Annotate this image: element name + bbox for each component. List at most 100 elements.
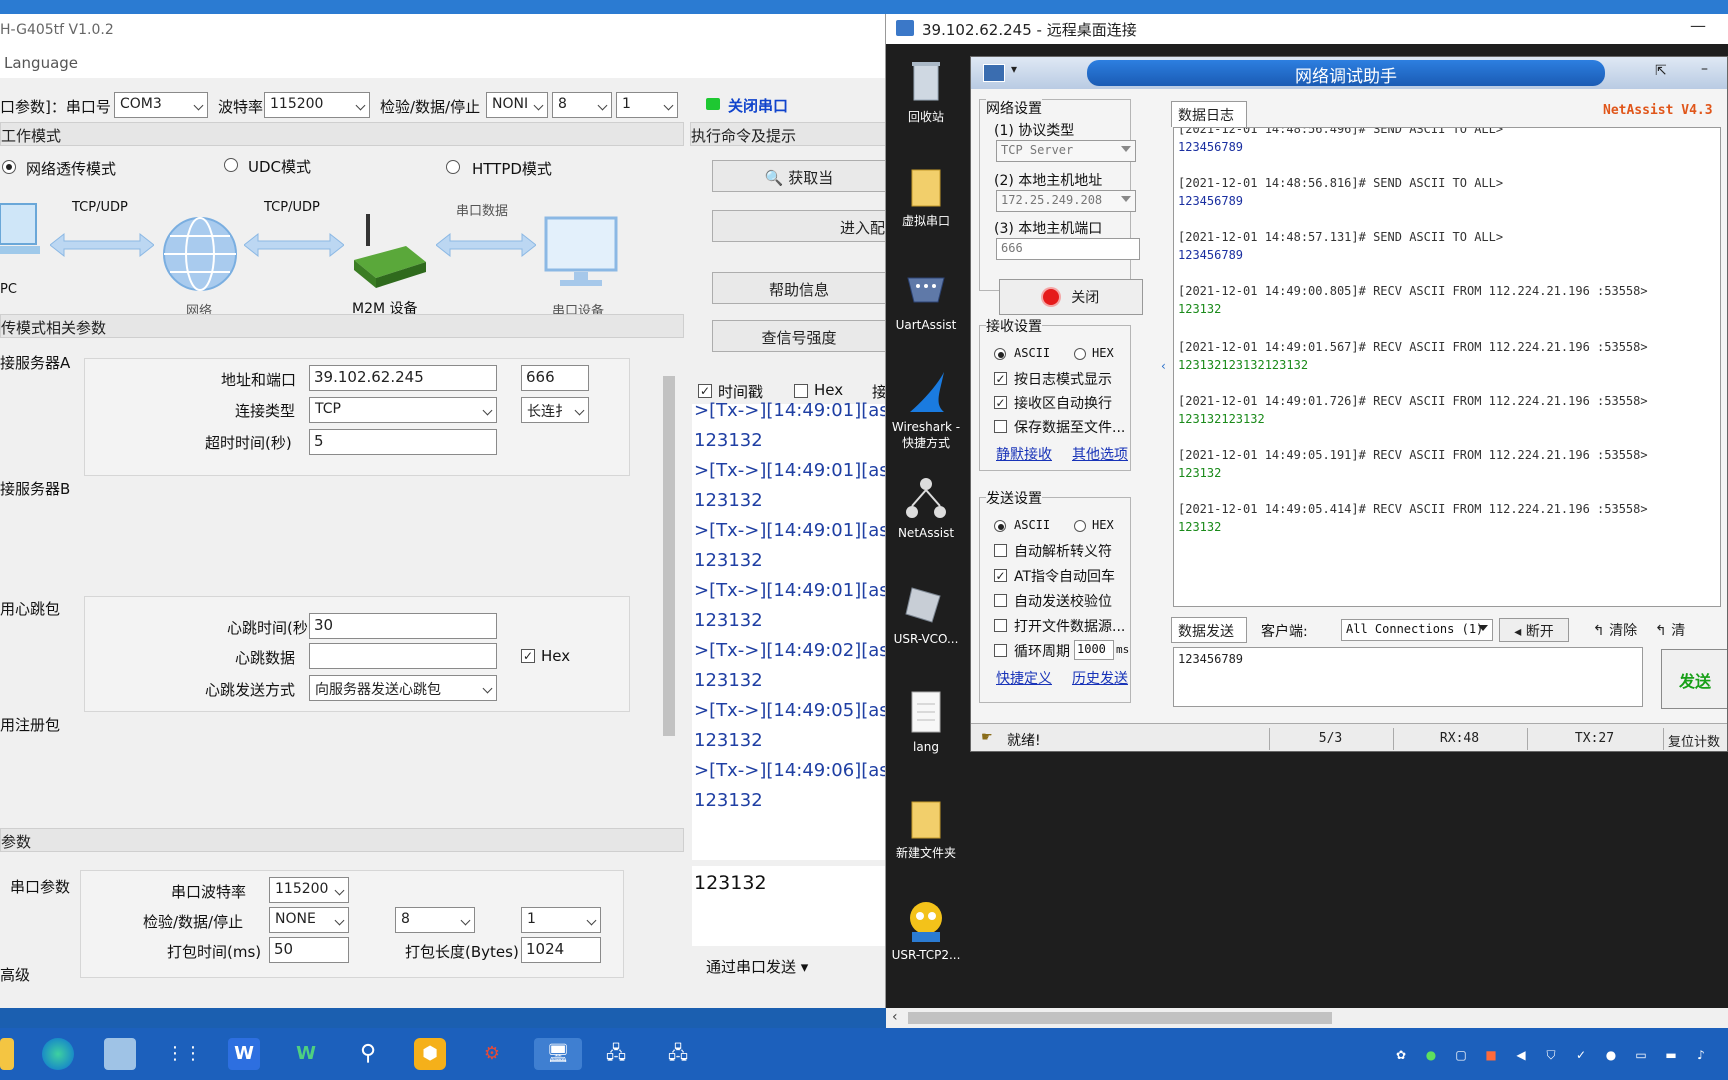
timeout-input[interactable]: 5: [309, 429, 497, 455]
dots-app-icon[interactable]: ⋮⋮: [166, 1038, 202, 1070]
scroll-thumb[interactable]: [663, 376, 675, 736]
desktop-icon-new-folder[interactable]: 新建文件夹: [888, 794, 964, 861]
network-tray-icon[interactable]: ▭: [1632, 1046, 1650, 1064]
desktop-icon-usr-vco[interactable]: USR-VCO...: [888, 582, 964, 646]
serial-stopbits-select[interactable]: 1: [521, 907, 601, 933]
mode2-radio[interactable]: [224, 158, 238, 172]
history-send-link[interactable]: 历史发送: [1072, 668, 1128, 688]
recv-hex-radio[interactable]: [1074, 348, 1086, 360]
minimize-icon[interactable]: –: [1701, 61, 1708, 77]
timestamp-checkbox[interactable]: ✓: [698, 384, 712, 398]
battery-tray-icon[interactable]: ▬: [1662, 1046, 1680, 1064]
auto-wrap-checkbox[interactable]: ✓: [994, 396, 1007, 409]
desktop-icon-usr-tcp[interactable]: USR-TCP2...: [888, 898, 964, 962]
file-explorer-icon[interactable]: [0, 1038, 14, 1070]
other-options-link[interactable]: 其他选项: [1072, 444, 1128, 464]
chevron-left-icon[interactable]: ‹: [1161, 359, 1166, 373]
quick-define-link[interactable]: 快捷定义: [996, 668, 1052, 688]
app-tray-icon[interactable]: ■: [1482, 1046, 1500, 1064]
desktop-icon-uartassist[interactable]: UartAssist: [888, 268, 964, 332]
cycle-checkbox[interactable]: [994, 644, 1007, 657]
serial-parity-select[interactable]: NONE: [269, 907, 349, 933]
chevron-left-icon[interactable]: ‹: [892, 1009, 898, 1025]
wps-writer-icon[interactable]: W: [228, 1038, 260, 1070]
microphone-tray-icon[interactable]: ●: [1602, 1046, 1620, 1064]
chevron-down-icon[interactable]: ▾: [1011, 62, 1017, 76]
volume-tray-icon[interactable]: ◀: [1512, 1046, 1530, 1064]
desktop-icon-wireshark[interactable]: Wireshark - 快捷方式: [888, 370, 964, 451]
clear-all-button[interactable]: ↰ 清: [1655, 618, 1727, 642]
network-app-icon-2[interactable]: 🖧: [662, 1038, 694, 1070]
send-hex-radio[interactable]: [1074, 520, 1086, 532]
conn-type-select[interactable]: TCP: [309, 397, 497, 423]
hb-hex-checkbox[interactable]: ✓: [521, 649, 535, 663]
usr-tool-icon[interactable]: ⚙: [476, 1038, 508, 1070]
wechat-tray-icon[interactable]: ●: [1422, 1046, 1440, 1064]
speaker-tray-icon[interactable]: ♪: [1692, 1046, 1710, 1064]
databits-select[interactable]: 8: [552, 92, 612, 118]
log-mode-checkbox[interactable]: ✓: [994, 372, 1007, 385]
enter-config-button[interactable]: 进入配: [712, 210, 885, 242]
hb-data-input[interactable]: [309, 643, 497, 669]
security-tray-icon[interactable]: ✓: [1572, 1046, 1590, 1064]
desktop-icon-lang[interactable]: lang: [888, 690, 964, 754]
save-file-checkbox[interactable]: [994, 420, 1007, 433]
tab-data-log[interactable]: 数据日志: [1171, 101, 1247, 127]
remote-desktop-task-icon[interactable]: 🖥: [534, 1038, 582, 1070]
stopbits-select[interactable]: 1: [616, 92, 678, 118]
at-cr-checkbox[interactable]: ✓: [994, 569, 1007, 582]
notebook-icon[interactable]: [104, 1038, 136, 1070]
desktop-icon-netassist[interactable]: NetAssist: [888, 476, 964, 540]
word-icon[interactable]: W: [290, 1038, 322, 1070]
minimize-icon[interactable]: —: [1690, 16, 1706, 35]
shield-tray-icon[interactable]: ⛉: [1542, 1046, 1560, 1064]
conn-mode-select[interactable]: 长连扌: [521, 397, 589, 423]
reset-count-button[interactable]: 复位计数: [1663, 728, 1727, 750]
pin-icon[interactable]: ⇱: [1655, 63, 1667, 79]
cycle-input[interactable]: 1000: [1074, 640, 1114, 660]
recv-ascii-radio[interactable]: [994, 348, 1006, 360]
hex-checkbox[interactable]: [794, 384, 808, 398]
edge-browser-icon[interactable]: [42, 1038, 74, 1070]
rdp-horizontal-scrollbar[interactable]: ‹: [886, 1008, 1728, 1028]
serial-databits-select[interactable]: 8: [395, 907, 475, 933]
menu-language[interactable]: Language: [0, 48, 885, 78]
pack-len-input[interactable]: 1024: [521, 937, 601, 963]
close-connection-button[interactable]: 关闭: [999, 279, 1143, 315]
baud-select[interactable]: 115200: [264, 92, 370, 118]
serial-port-select[interactable]: COM3: [114, 92, 208, 118]
mode1-radio[interactable]: [2, 160, 16, 174]
send-ascii-radio[interactable]: [994, 520, 1006, 532]
data-log-area[interactable]: [2021-12-01 14:48:56.496]# SEND ASCII TO…: [1173, 127, 1721, 607]
server-address-input[interactable]: 39.102.62.245: [309, 365, 497, 391]
clear-button[interactable]: ↰ 清除: [1581, 618, 1649, 642]
cube-app-icon[interactable]: ⬢: [414, 1038, 446, 1070]
close-serial-button[interactable]: 关闭串口: [728, 95, 788, 116]
screen-tray-icon[interactable]: ▢: [1452, 1046, 1470, 1064]
send-textarea[interactable]: 123456789: [1173, 647, 1643, 707]
host-select[interactable]: 172.25.249.208: [996, 190, 1136, 212]
tab-data-send[interactable]: 数据发送: [1171, 617, 1247, 643]
hb-time-input[interactable]: 30: [309, 613, 497, 639]
signal-button[interactable]: 查信号强度: [712, 320, 885, 352]
get-info-button[interactable]: 🔍 获取当: [712, 160, 885, 192]
panel-splitter[interactable]: ‹: [1161, 327, 1169, 407]
file-source-checkbox[interactable]: [994, 619, 1007, 632]
client-select[interactable]: All Connections (1): [1341, 619, 1493, 641]
disconnect-button[interactable]: ◂ 断开: [1499, 618, 1569, 642]
send-button[interactable]: 发送: [1661, 649, 1727, 709]
silent-recv-link[interactable]: 静默接收: [996, 444, 1052, 464]
help-button[interactable]: 帮助信息: [712, 272, 885, 304]
proto-select[interactable]: TCP Server: [996, 140, 1136, 162]
desktop-icon-recycle-bin[interactable]: 回收站: [888, 58, 964, 125]
hb-send-select[interactable]: 向服务器发送心跳包: [309, 675, 497, 701]
escape-checkbox[interactable]: [994, 544, 1007, 557]
serial-baud-select[interactable]: 115200: [269, 877, 349, 903]
parity-select[interactable]: NONI: [486, 92, 548, 118]
params-scrollbar[interactable]: [660, 350, 678, 824]
checksum-checkbox[interactable]: [994, 594, 1007, 607]
desktop-icon-virtual-serial[interactable]: 虚拟串口: [888, 162, 964, 229]
mode3-radio[interactable]: [446, 160, 460, 174]
scroll-thumb[interactable]: [908, 1012, 1332, 1024]
pack-time-input[interactable]: 50: [269, 937, 349, 963]
